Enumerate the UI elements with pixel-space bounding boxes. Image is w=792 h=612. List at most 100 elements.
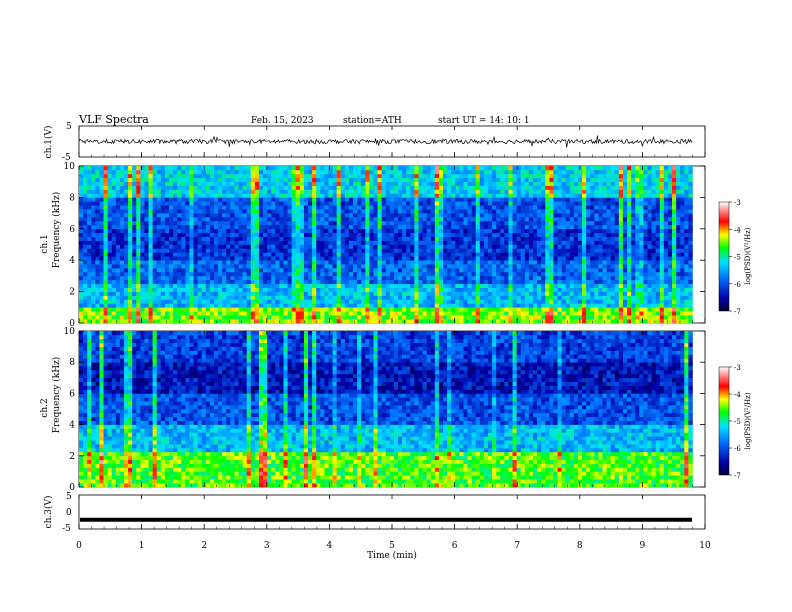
spectrogram-cell (586, 193, 591, 198)
spectrogram-cell (373, 256, 378, 261)
spectrogram-cell (414, 228, 419, 234)
spectrogram-cell (496, 232, 501, 237)
spectrogram-cell (557, 248, 562, 253)
spectrogram-cell (651, 271, 656, 277)
spectrogram-cell (91, 193, 96, 198)
spectrogram-cell (663, 205, 669, 210)
spectrogram-cell (283, 248, 288, 253)
spectrogram-cell (238, 307, 243, 312)
spectrogram-cell (340, 240, 346, 245)
spectrogram-cell (283, 256, 288, 261)
spectrogram-cell (426, 224, 432, 230)
spectrogram-cell (655, 224, 661, 230)
spectrogram-cell (226, 240, 231, 245)
spectrogram-cell (160, 220, 166, 226)
spectrogram-cell (569, 319, 575, 324)
spectrogram-cell (586, 271, 591, 277)
spectrogram-cell (516, 240, 522, 245)
spectrogram-cell (107, 232, 113, 237)
spectrogram-cell (487, 264, 493, 269)
spectrogram-cell (107, 303, 113, 308)
spectrogram-cell (537, 252, 542, 257)
spectrogram-cell (193, 264, 198, 269)
spectrogram-cell (136, 291, 141, 296)
spectrogram-cell (324, 193, 329, 198)
spectrogram-cell (577, 268, 583, 273)
spectrogram-cell (381, 209, 387, 214)
spectrogram-cell (373, 213, 378, 218)
spectrogram-cell (471, 209, 477, 214)
spectrogram-cell (201, 220, 207, 226)
spectrogram-cell (606, 201, 611, 206)
spectrogram-cell (136, 307, 141, 312)
spectrogram-cell (631, 220, 636, 226)
spectrogram-cell (128, 287, 133, 292)
spectrogram-cell (238, 232, 243, 237)
spectrogram-cell (532, 193, 538, 198)
spectrogram-cell (496, 315, 501, 320)
spectrogram-cell (667, 279, 673, 285)
spectrogram-cell (614, 248, 620, 253)
spectrogram-cell (655, 213, 661, 218)
spectrogram-cell (312, 283, 317, 288)
spectrogram-cell (156, 279, 162, 285)
spectrogram-cell (582, 311, 587, 316)
spectrogram-cell (684, 264, 689, 269)
spectrogram-cell (545, 193, 550, 198)
spectrogram-cell (524, 248, 530, 253)
spectrogram-cell (99, 291, 104, 296)
spectrogram-cell (160, 307, 166, 312)
spectrogram-cell (87, 220, 92, 226)
spectrogram-cell (152, 248, 158, 253)
spectrogram-cell (504, 299, 509, 304)
spectrogram-cell (144, 228, 149, 234)
spectrogram-cell (238, 315, 243, 320)
spectrogram-cell (369, 201, 374, 206)
spectrogram-cell (242, 260, 247, 265)
spectrogram-cell (447, 268, 452, 273)
spectrogram-cell (500, 197, 505, 202)
spectrogram-cell (373, 224, 378, 230)
spectrogram-cell (95, 291, 100, 296)
spectrogram-cell (508, 209, 513, 214)
spectrogram-cell (173, 299, 178, 304)
spectrogram-cell (95, 256, 100, 261)
spectrogram-cell (238, 228, 243, 234)
spectrogram-cell (189, 303, 194, 308)
spectrogram-cell (598, 193, 603, 198)
spectrogram-cell (610, 213, 616, 218)
spectrogram-cell (414, 197, 419, 202)
spectrogram-cell (222, 283, 227, 288)
spectrogram-cell (418, 268, 423, 273)
spectrogram-cell (537, 256, 542, 261)
spectrogram-cell (614, 275, 620, 281)
spectrogram-cell (123, 287, 129, 292)
spectrogram-cell (111, 248, 117, 253)
spectrogram-cell (443, 252, 448, 257)
spectrogram-cell (430, 236, 436, 241)
spectrogram-cell (185, 268, 190, 273)
spectrogram-cell (209, 256, 215, 261)
spectrogram-cell (520, 291, 526, 296)
spectrogram-cell (226, 291, 231, 296)
spectrogram-cell (373, 283, 378, 288)
spectrogram-cell (667, 256, 673, 261)
spectrogram-cell (459, 213, 464, 218)
spectrogram-cell (193, 232, 198, 237)
spectrogram-cell (209, 311, 215, 316)
spectrogram-cell (238, 283, 243, 288)
spectrogram-cell (590, 279, 595, 285)
spectrogram-cell (541, 307, 546, 312)
spectrogram-cell (614, 311, 620, 316)
spectrogram-cell (459, 209, 464, 214)
spectrogram-cell (471, 279, 477, 285)
spectrogram-cell (181, 275, 186, 281)
spectrogram-cell (402, 271, 407, 277)
spectrogram-cell (475, 209, 481, 214)
spectrogram-cell (639, 228, 644, 234)
spectrogram-cell (103, 275, 108, 281)
spectrogram-cell (279, 295, 284, 300)
spectrogram-cell (197, 240, 202, 245)
spectrogram-cell (328, 256, 333, 261)
spectrogram-cell (95, 307, 100, 312)
